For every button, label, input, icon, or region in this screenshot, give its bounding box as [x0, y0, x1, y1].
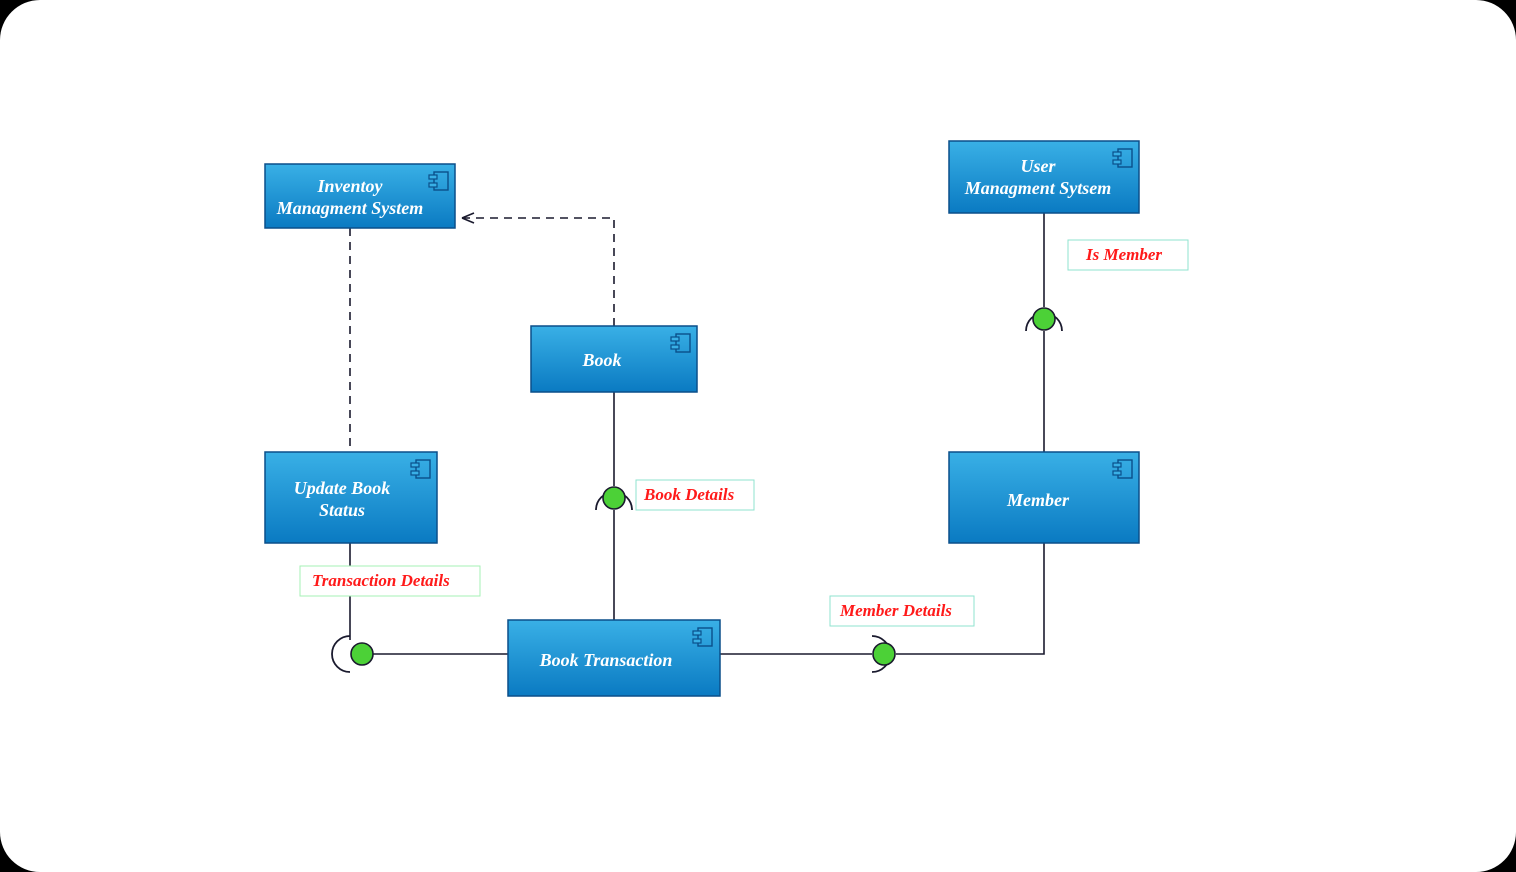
component-user-mgmt[interactable]: User Managment Sytsem — [949, 141, 1139, 213]
component-member[interactable]: Member — [949, 452, 1139, 543]
component-user-mgmt-label2: Managment Sytsem — [964, 178, 1112, 198]
ball-transaction-details — [351, 643, 373, 665]
component-inventory-label2: Managment System — [276, 198, 424, 218]
component-book-transaction[interactable]: Book Transaction — [508, 620, 720, 696]
ball-member-details — [873, 643, 895, 665]
component-inventory-label1: Inventoy — [317, 176, 384, 196]
ball-book-details — [603, 487, 625, 509]
component-inventory[interactable]: Inventoy Managment System — [265, 164, 455, 228]
label-member-details: Member Details — [839, 601, 952, 620]
component-book[interactable]: Book — [531, 326, 697, 392]
diagram-canvas: Book Details Is Member Member Details Tr… — [0, 0, 1516, 872]
socket-transaction-details — [332, 636, 350, 672]
component-update-book[interactable]: Update Book Status — [265, 452, 437, 543]
label-book-details: Book Details — [643, 485, 735, 504]
component-update-book-label1: Update Book — [294, 478, 391, 498]
component-member-label1: Member — [1006, 490, 1070, 510]
ball-is-member — [1033, 308, 1055, 330]
component-book-transaction-label1: Book Transaction — [539, 650, 673, 670]
dependency-book-to-inventory — [462, 218, 614, 326]
label-transaction-details: Transaction Details — [312, 571, 450, 590]
component-book-label1: Book — [581, 350, 621, 370]
component-user-mgmt-label1: User — [1021, 156, 1057, 176]
label-is-member: Is Member — [1085, 245, 1162, 264]
component-update-book-label2: Status — [319, 500, 365, 520]
component-diagram-svg: Book Details Is Member Member Details Tr… — [0, 0, 1516, 872]
